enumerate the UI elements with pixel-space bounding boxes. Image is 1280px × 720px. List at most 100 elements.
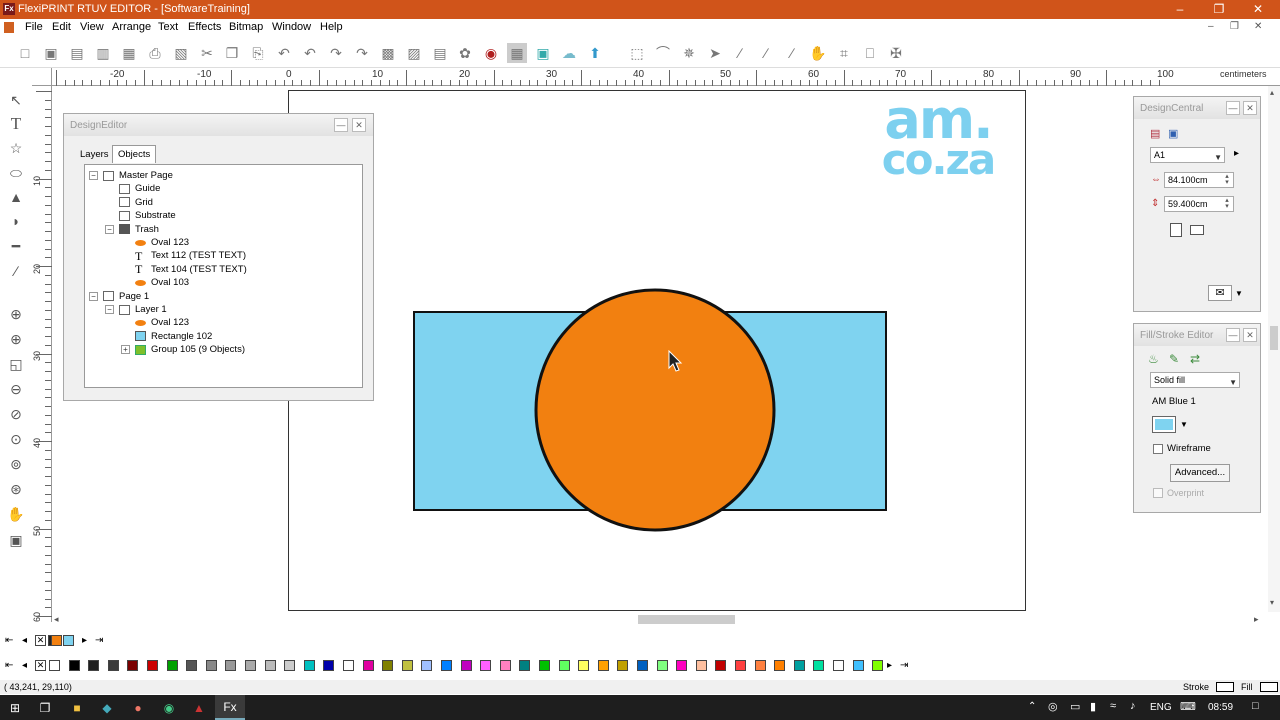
chevron-down-icon[interactable]: ▼: [1180, 420, 1188, 429]
fill-bucket-icon[interactable]: ♨: [1148, 352, 1159, 366]
chevron-right-icon[interactable]: ▸: [1234, 148, 1239, 159]
copy-icon[interactable]: ❐: [222, 43, 242, 63]
zoom-fit-icon[interactable]: ⊘: [5, 404, 27, 424]
palette-swatch[interactable]: [813, 660, 825, 671]
color-picker-icon[interactable]: ▣: [5, 530, 27, 550]
wireframe-checkbox[interactable]: [1153, 444, 1163, 454]
undo-icon[interactable]: ↶: [274, 43, 294, 63]
panel-close-icon[interactable]: ✕: [352, 118, 366, 132]
zoom-in-plus-icon[interactable]: ⊕: [5, 329, 27, 349]
no-color-swatch[interactable]: ✕: [35, 660, 46, 671]
swap-icon[interactable]: ⇄: [1190, 352, 1200, 366]
first-color-icon[interactable]: ⇤: [5, 660, 13, 671]
palette-swatch[interactable]: [754, 660, 766, 671]
tree-item[interactable]: Guide: [119, 182, 160, 195]
height-field[interactable]: 59.400cm ▴ ▾: [1164, 196, 1234, 212]
tree-item[interactable]: Oval 103: [135, 276, 189, 289]
palette-swatch[interactable]: [695, 660, 707, 671]
ruler-tool-icon[interactable]: ━: [5, 236, 27, 256]
panel-close-icon[interactable]: ✕: [1243, 328, 1257, 342]
zoom-tool-icon[interactable]: ◉: [481, 43, 501, 63]
select-tool-icon[interactable]: ↖: [5, 90, 27, 110]
open-icon[interactable]: ▣: [41, 43, 61, 63]
paste-icon[interactable]: ⎘: [248, 43, 268, 63]
fill-swatch[interactable]: [1260, 682, 1278, 692]
menu-edit[interactable]: Edit: [52, 21, 71, 33]
volume-icon[interactable]: ♪: [1130, 700, 1136, 712]
width-spinner[interactable]: ▴ ▾: [1222, 173, 1232, 186]
palette-swatch[interactable]: [715, 660, 727, 671]
panel-minimize-icon[interactable]: —: [1226, 328, 1240, 342]
first-page-icon[interactable]: ⇤: [5, 635, 13, 646]
menu-effects[interactable]: Effects: [188, 21, 221, 33]
minimize-icon[interactable]: –: [1160, 1, 1200, 18]
palette-swatch[interactable]: [519, 660, 531, 671]
align-icon[interactable]: ▤: [430, 43, 450, 63]
battery-icon[interactable]: ▮: [1090, 700, 1096, 713]
crop-icon[interactable]: ⌗: [834, 43, 854, 63]
eraser-icon[interactable]: ∕: [782, 43, 802, 63]
spot-color-icon[interactable]: ▣: [533, 43, 553, 63]
scroll-left-icon[interactable]: ◂: [54, 614, 59, 625]
zoom-all-icon[interactable]: ⊚: [5, 454, 27, 474]
text-tool-icon[interactable]: T: [5, 114, 27, 134]
palette-swatch[interactable]: [49, 660, 60, 671]
palette-swatch[interactable]: [480, 660, 492, 671]
scroll-up-icon[interactable]: ▴: [1270, 88, 1274, 97]
network-icon[interactable]: ▭: [1070, 700, 1080, 713]
tree-item[interactable]: Substrate: [119, 209, 176, 222]
transform-icon[interactable]: ✠: [886, 43, 906, 63]
palette-swatch[interactable]: [637, 660, 648, 671]
scroll-down-icon[interactable]: ▾: [1270, 598, 1274, 607]
tree-item[interactable]: Grid: [119, 196, 153, 209]
node-edit-icon[interactable]: ▲: [5, 187, 27, 207]
close-icon[interactable]: ✕: [1238, 1, 1278, 18]
palette-swatch[interactable]: [852, 660, 864, 671]
next-color-icon[interactable]: ▸: [887, 660, 892, 671]
scroll-right-icon[interactable]: ▸: [1254, 614, 1259, 625]
pencil-icon[interactable]: ∕: [756, 43, 776, 63]
palette-swatch[interactable]: [676, 660, 688, 671]
group-icon[interactable]: ▩: [378, 43, 398, 63]
width-field[interactable]: 84.100cm ▴ ▾: [1164, 172, 1234, 188]
pan-hand-icon[interactable]: ✋: [5, 504, 27, 524]
tab-objects[interactable]: Objects: [112, 145, 157, 163]
ungroup-icon[interactable]: ▨: [404, 43, 424, 63]
tab-layers[interactable]: Layers: [80, 149, 109, 160]
tree-expander-icon[interactable]: −: [89, 171, 98, 180]
height-spinner[interactable]: ▴ ▾: [1222, 197, 1232, 210]
palette-swatch[interactable]: [147, 660, 158, 671]
flexiprint-taskbar-icon[interactable]: Fx: [215, 695, 245, 720]
palette-swatch[interactable]: [833, 660, 844, 671]
start-icon[interactable]: ⊞: [0, 695, 30, 720]
tray-chevron-icon[interactable]: ⌃: [1028, 701, 1036, 712]
page-setup-icon[interactable]: ▤: [1150, 127, 1160, 140]
palette-swatch[interactable]: [441, 660, 452, 671]
chrome-icon[interactable]: ◉: [154, 695, 184, 720]
palette-swatch[interactable]: [460, 660, 472, 671]
undo-list-icon[interactable]: ↶: [300, 43, 320, 63]
palette-swatch[interactable]: [421, 660, 433, 671]
upload-icon[interactable]: ⬆: [585, 43, 605, 63]
import-icon[interactable]: ▥: [93, 43, 113, 63]
palette-swatch[interactable]: [107, 660, 119, 671]
tree-expander-icon[interactable]: +: [121, 345, 130, 355]
magic-wand-icon[interactable]: ✵: [679, 43, 699, 63]
tree-item[interactable]: T Text 104 (TEST TEXT): [135, 263, 247, 276]
menu-bitmap[interactable]: Bitmap: [229, 21, 263, 33]
panel-minimize-icon[interactable]: —: [334, 118, 348, 132]
zoom-page-icon[interactable]: ◱: [5, 354, 27, 374]
menu-text[interactable]: Text: [158, 21, 178, 33]
cloud-icon[interactable]: ☁: [559, 43, 579, 63]
new-document-icon[interactable]: □: [15, 43, 35, 63]
size-preset-select[interactable]: A1 ▼: [1150, 147, 1225, 163]
horizontal-scrollbar[interactable]: ◂ ▸: [52, 612, 1268, 627]
palette-swatch[interactable]: [401, 660, 413, 671]
tree-item[interactable]: Master Page: [103, 169, 173, 182]
menu-window[interactable]: Window: [272, 21, 311, 33]
tree-item[interactable]: Trash: [119, 223, 159, 236]
menu-view[interactable]: View: [80, 21, 104, 33]
palette-swatch[interactable]: [872, 660, 884, 671]
vertical-scrollbar[interactable]: ▴ ▾: [1268, 86, 1280, 612]
tray-icon[interactable]: ◎: [1048, 700, 1058, 713]
